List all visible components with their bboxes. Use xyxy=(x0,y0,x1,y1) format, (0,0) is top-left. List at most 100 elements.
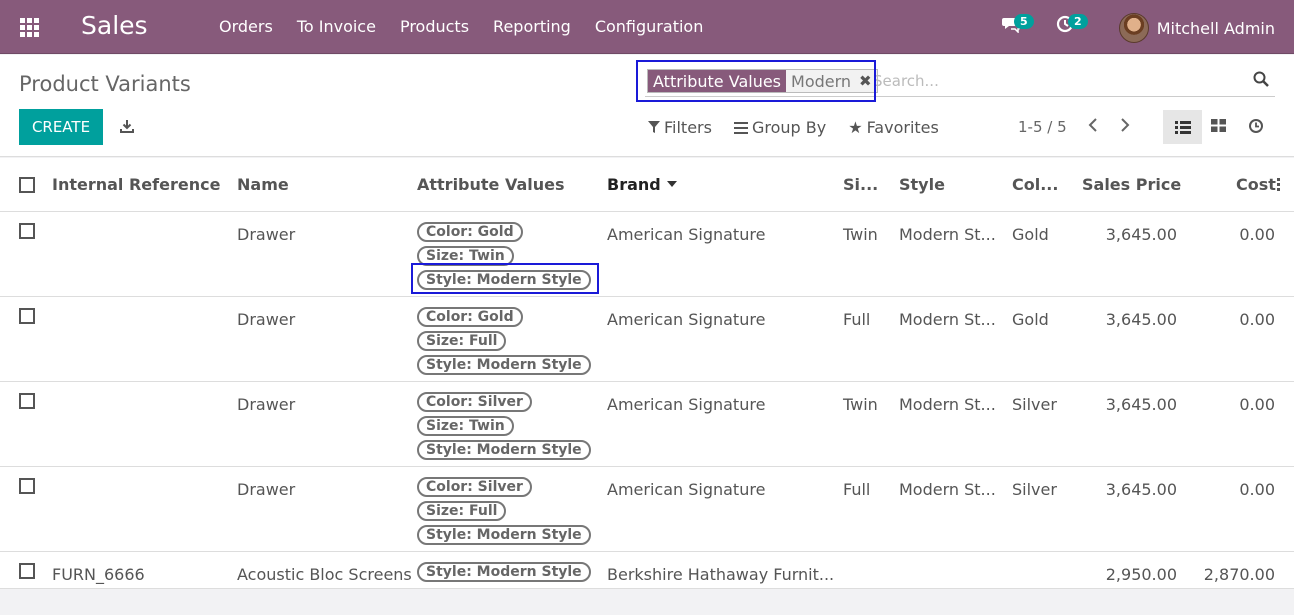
table-row[interactable]: Drawer Color: Gold Size: Full Style: Modern… xyxy=(0,297,1294,382)
kanban-icon[interactable] xyxy=(1211,119,1226,132)
cell-size: Full xyxy=(843,310,871,329)
cell-brand: American Signature xyxy=(607,310,766,329)
sort-desc-icon xyxy=(666,181,677,187)
messages-badge: 5 xyxy=(1014,14,1034,29)
cell-sales-price: 3,645.00 xyxy=(1105,480,1177,499)
col-brand-label: Brand xyxy=(607,175,661,194)
avatar xyxy=(1118,13,1149,43)
search-options: Filters Group By ★ Favorites xyxy=(648,118,939,137)
col-cost[interactable]: Cost xyxy=(1236,175,1276,194)
cell-sales-price: 3,645.00 xyxy=(1105,310,1177,329)
menu-item-orders[interactable]: Orders xyxy=(219,17,273,36)
col-style[interactable]: Style xyxy=(899,175,945,194)
cell-attribute-values: Color: Silver Size: Full Style: Modern Sty… xyxy=(417,477,591,545)
menu-item-to-invoice[interactable]: To Invoice xyxy=(297,17,376,36)
user-name: Mitchell Admin xyxy=(1156,18,1275,38)
cell-brand: American Signature xyxy=(607,480,766,499)
user-menu[interactable]: Mitchell Admin xyxy=(1118,13,1275,43)
app-brand[interactable]: Sales xyxy=(81,11,148,40)
create-button[interactable]: CREATE xyxy=(19,109,103,145)
attribute-tag: Style: Modern Style xyxy=(417,525,591,545)
cell-cost: 0.00 xyxy=(1239,225,1275,244)
cell-brand: American Signature xyxy=(607,225,766,244)
facet-highlight-box xyxy=(636,60,876,102)
col-name[interactable]: Name xyxy=(237,175,289,194)
groupby-button[interactable]: Group By xyxy=(733,118,827,137)
cell-attribute-values: Color: Gold Size: Full Style: Modern Style xyxy=(417,307,591,375)
row-checkbox[interactable] xyxy=(19,223,35,239)
activity-view-icon[interactable] xyxy=(1248,118,1264,134)
cell-attribute-values: Color: Silver Size: Twin Style: Modern Sty… xyxy=(417,392,591,460)
favorites-button[interactable]: ★ Favorites xyxy=(848,118,939,137)
cell-color: Silver xyxy=(1012,480,1057,499)
cell-cost: 0.00 xyxy=(1239,480,1275,499)
cell-name: Drawer xyxy=(237,310,296,329)
cell-name: Drawer xyxy=(237,480,296,499)
table-row[interactable]: Drawer Color: Gold Size: Twin Style: Modern… xyxy=(0,212,1294,297)
attribute-tag: Size: Full xyxy=(417,331,507,351)
col-attribute-values[interactable]: Attribute Values xyxy=(417,175,565,194)
table-header: Internal Reference Name Attribute Values… xyxy=(0,158,1294,212)
bars-icon xyxy=(733,121,748,134)
col-internal-reference[interactable]: Internal Reference xyxy=(52,175,220,194)
cell-name: Drawer xyxy=(237,225,296,244)
attribute-tag: Color: Silver xyxy=(417,477,532,497)
messages-menu[interactable]: 5 xyxy=(1002,14,1034,37)
tag-highlight-box xyxy=(411,263,599,294)
row-checkbox[interactable] xyxy=(19,478,35,494)
cell-brand: American Signature xyxy=(607,395,766,414)
chevron-left-icon[interactable] xyxy=(1086,117,1100,133)
col-sales-price[interactable]: Sales Price xyxy=(1082,175,1181,194)
activities-badge: 2 xyxy=(1068,14,1088,29)
col-color[interactable]: Col... xyxy=(1012,175,1058,194)
col-brand[interactable]: Brand xyxy=(607,175,677,194)
activities-menu[interactable]: 2 xyxy=(1056,14,1088,37)
table-row[interactable]: Drawer Color: Silver Size: Twin Style: Mode… xyxy=(0,382,1294,467)
row-checkbox[interactable] xyxy=(19,308,35,324)
cell-color: Gold xyxy=(1012,310,1049,329)
star-icon: ★ xyxy=(848,118,863,137)
attribute-tag: Size: Full xyxy=(417,501,507,521)
variants-table: Internal Reference Name Attribute Values… xyxy=(0,158,1294,589)
table-row[interactable]: FURN_6666 Acoustic Bloc Screens Style: Mod… xyxy=(0,552,1294,589)
search-icon[interactable] xyxy=(1253,71,1269,87)
cell-style: Modern St... xyxy=(899,480,996,499)
pager-value[interactable]: 1-5 / 5 xyxy=(1018,118,1067,136)
page-title: Product Variants xyxy=(19,72,191,96)
attribute-tag: Style: Modern Style xyxy=(417,440,591,460)
row-checkbox[interactable] xyxy=(19,393,35,409)
select-all-checkbox[interactable] xyxy=(19,177,35,193)
cell-color: Silver xyxy=(1012,395,1057,414)
table-row[interactable]: Drawer Color: Silver Size: Full Style: Mode… xyxy=(0,467,1294,552)
attribute-tag: Color: Silver xyxy=(417,392,532,412)
download-icon[interactable] xyxy=(120,119,134,133)
list-icon xyxy=(1174,120,1191,134)
attribute-tag: Style: Modern Style xyxy=(417,355,591,375)
menu-item-configuration[interactable]: Configuration xyxy=(595,17,704,36)
col-size[interactable]: Si... xyxy=(843,175,878,194)
cell-style: Modern St... xyxy=(899,310,996,329)
search-input[interactable] xyxy=(873,69,1243,93)
column-options-icon[interactable] xyxy=(1277,178,1280,193)
cell-color: Gold xyxy=(1012,225,1049,244)
cell-cost: 2,870.00 xyxy=(1203,565,1275,584)
menu-item-products[interactable]: Products xyxy=(400,17,469,36)
row-checkbox[interactable] xyxy=(19,563,35,579)
cell-cost: 0.00 xyxy=(1239,395,1275,414)
menu-item-reporting[interactable]: Reporting xyxy=(493,17,571,36)
groupby-label: Group By xyxy=(751,118,827,137)
chevron-right-icon[interactable] xyxy=(1118,117,1132,133)
cell-sales-price: 2,950.00 xyxy=(1105,565,1177,584)
cell-style: Modern St... xyxy=(899,395,996,414)
top-navbar: Sales Orders To Invoice Products Reporti… xyxy=(0,0,1294,54)
cell-style: Modern St... xyxy=(899,225,996,244)
main-menu: Orders To Invoice Products Reporting Con… xyxy=(219,17,703,36)
empty-area xyxy=(0,590,1294,615)
filters-button[interactable]: Filters xyxy=(648,118,712,137)
cell-sales-price: 3,645.00 xyxy=(1105,225,1177,244)
list-view-button[interactable] xyxy=(1163,110,1202,144)
cell-name: Drawer xyxy=(237,395,296,414)
cell-name: Acoustic Bloc Screens xyxy=(237,565,412,584)
apps-menu-icon[interactable] xyxy=(20,18,40,37)
cell-internal-reference: FURN_6666 xyxy=(52,565,145,584)
